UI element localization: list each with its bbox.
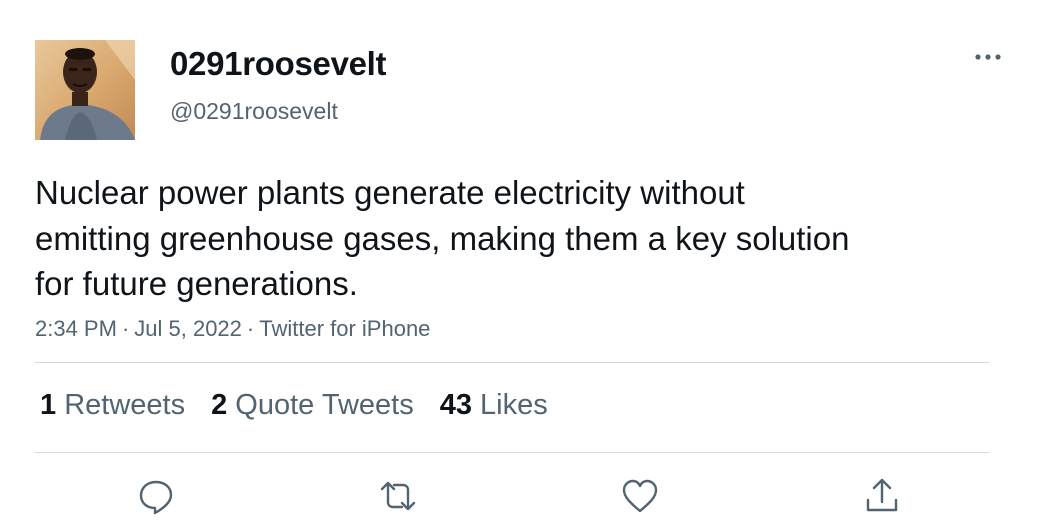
quote-tweets-count: 2 bbox=[211, 389, 228, 421]
retweet-button[interactable] bbox=[378, 476, 418, 516]
quote-tweets-stat[interactable]: 2 Quote Tweets bbox=[211, 388, 414, 422]
quote-tweets-label: Quote Tweets bbox=[235, 389, 414, 421]
divider bbox=[35, 452, 989, 453]
divider bbox=[35, 362, 989, 363]
engagement-stats: 1 Retweets 2 Quote Tweets 43 Likes bbox=[40, 388, 574, 422]
like-icon bbox=[622, 479, 658, 513]
tweet-text-line: Nuclear power plants generate electricit… bbox=[35, 174, 745, 211]
retweets-label: Retweets bbox=[64, 389, 186, 421]
likes-count: 43 bbox=[439, 389, 472, 421]
tweet-source[interactable]: Twitter for iPhone bbox=[259, 316, 430, 341]
retweets-stat[interactable]: 1 Retweets bbox=[40, 388, 185, 422]
more-options-button[interactable] bbox=[970, 44, 1006, 70]
share-icon bbox=[866, 478, 898, 512]
author-display-name[interactable]: 0291roosevelt bbox=[170, 44, 387, 84]
retweet-icon bbox=[380, 481, 416, 511]
tweet-detail: 0291roosevelt @0291roosevelt Nuclear pow… bbox=[0, 0, 1050, 525]
likes-stat[interactable]: 43 Likes bbox=[440, 388, 548, 422]
tweet-metadata: 2:34 PM · Jul 5, 2022 · Twitter for iPhone bbox=[35, 314, 430, 344]
tweet-text-line: for future generations. bbox=[35, 265, 358, 302]
like-button[interactable] bbox=[620, 476, 660, 516]
tweet-text: Nuclear power plants generate electricit… bbox=[35, 170, 935, 307]
tweet-text-line: emitting greenhouse gases, making them a… bbox=[35, 219, 850, 257]
retweets-count: 1 bbox=[40, 389, 57, 421]
author-handle[interactable]: @0291roosevelt bbox=[170, 96, 338, 126]
separator: · bbox=[121, 316, 130, 341]
tweet-date[interactable]: Jul 5, 2022 bbox=[134, 316, 242, 341]
reply-button[interactable] bbox=[136, 476, 176, 516]
separator: · bbox=[246, 316, 255, 341]
tweet-time[interactable]: 2:34 PM bbox=[35, 316, 117, 341]
user-avatar-photo-icon bbox=[35, 40, 135, 140]
likes-label: Likes bbox=[480, 389, 548, 421]
reply-icon bbox=[139, 480, 173, 515]
share-button[interactable] bbox=[862, 476, 902, 516]
more-horizontal-icon bbox=[975, 54, 1001, 60]
avatar[interactable] bbox=[35, 40, 135, 140]
